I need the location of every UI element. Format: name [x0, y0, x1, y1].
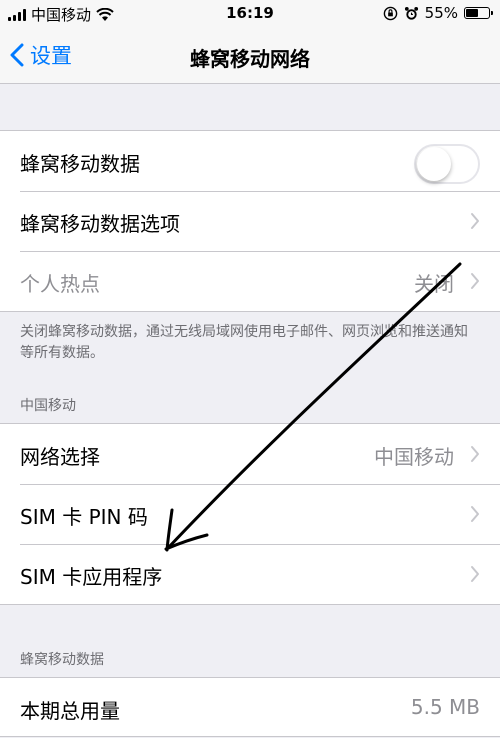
personal-hotspot-row[interactable]: 个人热点 关闭: [0, 251, 500, 311]
sim-pin-row[interactable]: SIM 卡 PIN 码: [0, 484, 500, 544]
status-right: 55%: [383, 4, 493, 22]
orientation-lock-icon: [383, 6, 397, 20]
current-period-label: 本期总用量: [20, 699, 120, 723]
carrier-section-header: 中国移动: [20, 398, 76, 414]
page-title: 蜂窝移动网络: [190, 47, 310, 71]
current-period-value: 5.5 MB: [410, 695, 480, 719]
personal-hotspot-value: 关闭: [414, 272, 454, 296]
cellular-data-label: 蜂窝移动数据: [20, 152, 140, 176]
navigation-bar: 设置 蜂窝移动网络: [0, 30, 500, 84]
chevron-right-icon: [471, 506, 479, 522]
battery-level: [466, 9, 478, 17]
usage-group: 本期总用量 5.5 MB: [0, 677, 500, 737]
cellular-data-options-row[interactable]: 蜂窝移动数据选项: [0, 191, 500, 251]
battery-percent: 55%: [424, 4, 458, 22]
cellular-settings-group: 蜂窝移动数据 蜂窝移动数据选项 个人热点 关闭: [0, 130, 500, 312]
chevron-right-icon: [471, 213, 479, 229]
toggle-knob: [417, 147, 451, 181]
cellular-data-row: 蜂窝移动数据: [0, 131, 500, 191]
battery-icon: [464, 7, 493, 19]
chevron-right-icon: [471, 273, 479, 289]
network-selection-label: 网络选择: [20, 445, 100, 469]
personal-hotspot-label: 个人热点: [20, 272, 100, 296]
usage-section-header: 蜂窝移动数据: [20, 652, 104, 668]
sim-pin-label: SIM 卡 PIN 码: [20, 505, 148, 529]
cellular-data-options-label: 蜂窝移动数据选项: [20, 212, 180, 236]
alarm-icon: [404, 6, 418, 20]
sim-applications-row[interactable]: SIM 卡应用程序: [0, 544, 500, 604]
status-bar: 中国移动 16:19 55%: [0, 0, 500, 30]
sim-applications-label: SIM 卡应用程序: [20, 565, 163, 589]
chevron-right-icon: [471, 566, 479, 582]
cellular-data-footer-note: 关闭蜂窝移动数据，通过无线局域网使用电子邮件、网页浏览和推送通知等所有数据。: [20, 324, 468, 361]
cellular-data-toggle[interactable]: [414, 144, 480, 184]
current-period-row: 本期总用量 5.5 MB: [0, 678, 500, 738]
network-selection-value: 中国移动: [374, 445, 454, 469]
carrier-settings-group: 网络选择 中国移动 SIM 卡 PIN 码 SIM 卡应用程序: [0, 423, 500, 605]
network-selection-row[interactable]: 网络选择 中国移动: [0, 424, 500, 484]
chevron-right-icon: [471, 446, 479, 462]
